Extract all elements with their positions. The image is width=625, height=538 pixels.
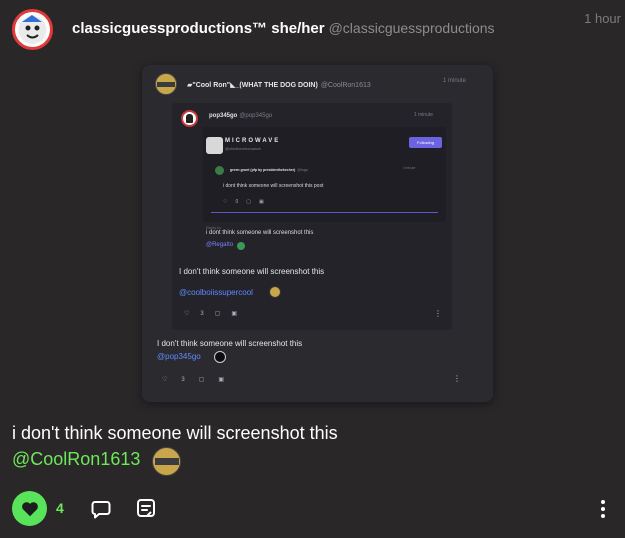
nested-reply-icon: ▢ [246, 199, 251, 205]
quoted-action-bar: ♡ 3 ▢ ▣ [184, 310, 238, 318]
reply-button[interactable] [90, 498, 112, 520]
embedded-screenshot[interactable]: ▰"Cool Ron"◣_(WHAT THE DOG DOIN) @CoolRon… [142, 65, 493, 402]
reply-text: i dont think someone will screenshot thi… [206, 230, 314, 236]
nested-card-subtitle: @chicthemicrowave [225, 146, 261, 151]
screenshot-quote-icon: ▣ [218, 377, 225, 383]
screenshot-heart-icon: ♡ [162, 377, 168, 383]
nested-heart-icon: ♡ [223, 199, 228, 205]
nested-header: green grunt (pfp by presidenthekecher) @f… [230, 168, 308, 172]
quoted-like-count: 3 [200, 310, 204, 317]
screenshot-more-icon: ⋮ [453, 374, 461, 383]
quoted-more-icon: ⋮ [434, 309, 442, 318]
more-icon-dot [601, 507, 605, 511]
nested-author-handle: @fuga [297, 168, 308, 172]
nested-card-title: MICROWAVE [225, 138, 281, 144]
following-badge: Following [409, 137, 442, 148]
screenshot-like-count: 3 [181, 376, 185, 383]
screenshot-reply-icon: ▢ [198, 377, 205, 383]
quoted-author-handle: @pop345go [239, 113, 273, 119]
nested-author-avatar [215, 166, 224, 175]
screenshot-post-mention: @pop345go [157, 352, 201, 361]
nested-author-name: green grunt (pfp by presidenthekecher) [230, 168, 296, 172]
quoted-header: pop345go @pop345go [209, 113, 272, 119]
quote-icon [137, 499, 155, 517]
reply-icon [91, 501, 111, 519]
screenshot-post-text: I don't think someone will screenshot th… [157, 339, 303, 348]
screenshot-mention-avatar [214, 351, 226, 363]
nested-action-bar: ♡ 0 ▢ ▣ [223, 199, 264, 205]
nested-timestamp: 1minute [403, 166, 416, 170]
quoted-heart-icon: ♡ [184, 311, 190, 317]
screenshot-timestamp: 1 minute [442, 78, 466, 84]
reply-mention: @RegaIto [206, 242, 234, 248]
post-mention-link[interactable]: @CoolRon1613 [12, 449, 140, 470]
author-avatar-image [18, 15, 47, 44]
heart-icon [21, 501, 38, 516]
quoted-post-text: I don't think someone will screenshot th… [179, 267, 325, 276]
quoted-timestamp: 1 minute [413, 112, 433, 118]
more-options-button[interactable] [591, 498, 615, 520]
quoted-quote-icon: ▣ [231, 311, 238, 317]
more-icon-dot [601, 514, 605, 518]
author-handle[interactable]: @classicguessproductions [329, 20, 495, 36]
quoted-reply-icon: ▢ [214, 311, 221, 317]
quoted-post-mention: @coolboiissupercool [179, 288, 253, 297]
like-button[interactable] [12, 491, 47, 526]
microwave-avatar [206, 137, 223, 154]
author-avatar[interactable] [12, 9, 53, 50]
post-text: i don't think someone will screenshot th… [12, 423, 338, 443]
reply-mention-avatar [237, 242, 245, 250]
nested-profile-card: MICROWAVE @chicthemicrowave Following gr… [203, 127, 446, 222]
nested-divider [211, 212, 438, 213]
post-header: classicguessproductions™ she/her @classic… [72, 20, 495, 37]
screenshot-author-handle: @CoolRon1613 [320, 82, 371, 89]
nested-post-text: i dont think someone will screenshot thi… [223, 183, 324, 189]
screenshot-header: ▰"Cool Ron"◣_(WHAT THE DOG DOIN) @CoolRon… [187, 81, 371, 89]
screenshot-action-bar: ♡ 3 ▢ ▣ [162, 376, 225, 384]
mention-avatar [152, 447, 181, 476]
author-display-name[interactable]: classicguessproductions™ she/her [72, 20, 325, 37]
quoted-mention-avatar [269, 286, 281, 298]
like-count: 4 [56, 500, 64, 516]
screenshot-author-name: ▰"Cool Ron"◣_(WHAT THE DOG DOIN) [187, 82, 318, 89]
quoted-author-avatar [181, 110, 198, 127]
quoted-post: pop345go @pop345go 1 minute MICROWAVE @ch… [172, 103, 452, 330]
quote-button[interactable] [135, 497, 157, 519]
post-timestamp[interactable]: 1 hour [584, 11, 621, 26]
nested-like-count: 0 [235, 199, 239, 205]
quoted-author-name: pop345go [209, 113, 238, 119]
more-icon [601, 500, 605, 504]
nested-quote-icon: ▣ [259, 199, 264, 205]
screenshot-author-avatar [155, 73, 177, 95]
